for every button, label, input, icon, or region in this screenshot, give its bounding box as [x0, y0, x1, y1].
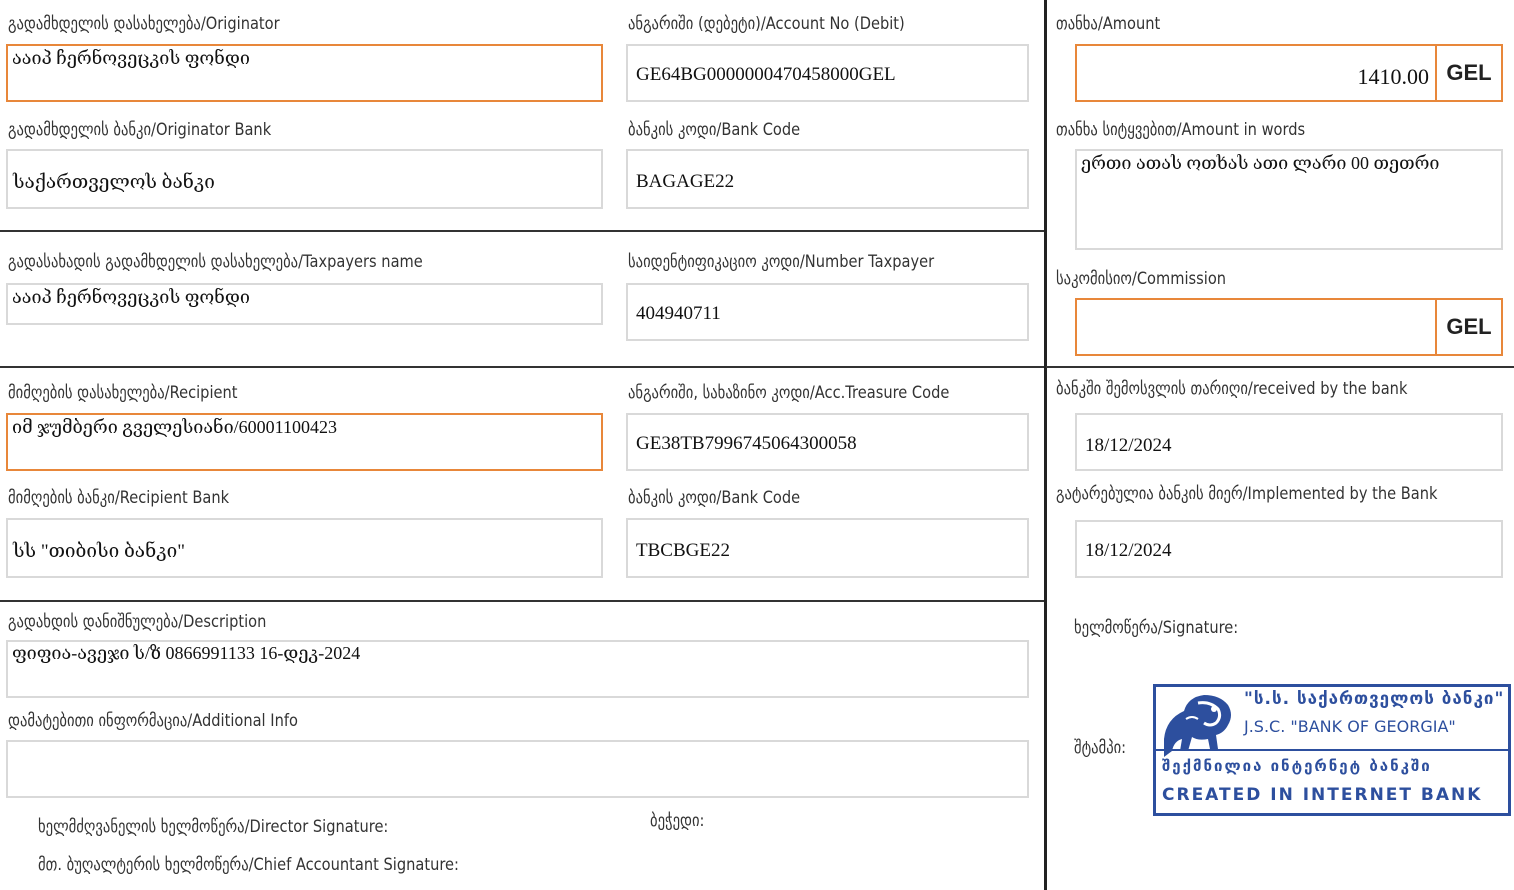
recipient-value: იმ ჯუმბერი გველესიანი/60001100423: [12, 417, 338, 437]
accountant-signature-label: მთ. ბუღალტერის ხელმოწერა/Chief Accountan…: [38, 855, 459, 875]
amount-label: თანხა/Amount: [1056, 14, 1161, 34]
recipient-bank-code-value: TBCBGE22: [636, 540, 730, 561]
additional-info-label: დამატებითი ინფორმაცია/Additional Info: [8, 711, 298, 731]
originator-bank-value: საქართველოს ბანკი: [13, 172, 215, 193]
treasury-code-field[interactable]: GE38TB7996745064300058: [626, 413, 1029, 471]
recipient-label: მიმღების დასახელება/Recipient: [8, 383, 238, 403]
description-field[interactable]: ფიფია-ავეჯი ს/ზ 0866991133 16-დეკ-2024: [6, 640, 1029, 698]
amount-words-field[interactable]: ერთი ათას ოთხას ათი ლარი 00 თეთრი: [1075, 149, 1503, 250]
taxpayer-number-value: 404940711: [636, 303, 721, 324]
originator-value: ააიპ ჩერნოვეცკის ფონდი: [12, 48, 250, 68]
recipient-bank-code-field[interactable]: TBCBGE22: [626, 518, 1029, 578]
received-date-value: 18/12/2024: [1085, 435, 1172, 456]
column-divider: [1044, 0, 1047, 890]
commission-label: საკომისიო/Commission: [1056, 269, 1227, 289]
originator-bank-code-value: BAGAGE22: [636, 171, 735, 192]
taxpayer-number-field[interactable]: 404940711: [626, 283, 1029, 341]
stamp-divider: [1156, 749, 1508, 751]
recipient-bank-field[interactable]: სს "თიბისი ბანკი": [6, 518, 603, 578]
stamp-line-english-created: CREATED IN INTERNET BANK: [1162, 785, 1483, 805]
commission-currency: GEL: [1435, 300, 1501, 354]
bank-stamp: "ს.ს. საქართველოს ბანკი" J.S.C. "BANK OF…: [1153, 684, 1511, 816]
section-divider: [0, 600, 1046, 602]
taxpayer-name-field[interactable]: ააიპ ჩერნოვეცკის ფონდი: [6, 283, 603, 325]
signature-label: ხელმოწერა/Signature:: [1074, 618, 1239, 638]
additional-info-field[interactable]: [6, 740, 1029, 798]
amount-value: 1410.00: [1357, 64, 1430, 89]
originator-bank-label: გადამხდელის ბანკი/Originator Bank: [8, 120, 272, 140]
treasury-code-label: ანგარიში, სახაზინო კოდი/Acc.Treasure Cod…: [628, 383, 950, 403]
originator-bank-field[interactable]: საქართველოს ბანკი: [6, 149, 603, 209]
recipient-bank-value: სს "თიბისი ბანკი": [13, 541, 185, 562]
recipient-bank-code-label: ბანკის კოდი/Bank Code: [628, 488, 801, 508]
originator-bank-code-field[interactable]: BAGAGE22: [626, 149, 1029, 209]
section-divider: [1046, 366, 1514, 368]
stamp-line-georgian-name: "ს.ს. საქართველოს ბანკი": [1244, 689, 1505, 709]
description-value: ფიფია-ავეჯი ს/ზ 0866991133 16-დეკ-2024: [12, 643, 361, 663]
amount-field[interactable]: 1410.00 GEL: [1075, 44, 1503, 102]
account-debit-label: ანგარიში (დებეტი)/Account No (Debit): [628, 14, 905, 34]
account-debit-field[interactable]: GE64BG0000000470458000GEL: [626, 44, 1029, 102]
taxpayer-name-label: გადასახადის გადამხდელის დასახელება/Taxpa…: [8, 252, 423, 272]
recipient-bank-label: მიმღების ბანკი/Recipient Bank: [8, 488, 230, 508]
account-debit-value: GE64BG0000000470458000GEL: [636, 64, 896, 85]
section-divider: [0, 366, 1046, 368]
stamp-line-english-name: J.S.C. "BANK OF GEORGIA": [1244, 717, 1456, 736]
lion-logo-icon: [1164, 695, 1231, 757]
originator-label: გადამხდელის დასახელება/Originator: [8, 14, 280, 34]
taxpayer-name-value: ააიპ ჩერნოვეცკის ფონდი: [12, 287, 250, 307]
recipient-field[interactable]: იმ ჯუმბერი გველესიანი/60001100423: [6, 413, 603, 471]
amount-words-value: ერთი ათას ოთხას ათი ლარი 00 თეთრი: [1081, 153, 1440, 173]
originator-field[interactable]: ააიპ ჩერნოვეცკის ფონდი: [6, 44, 603, 102]
section-divider: [0, 230, 1046, 232]
seal-label: ბეჭედი:: [650, 811, 705, 831]
originator-bank-code-label: ბანკის კოდი/Bank Code: [628, 120, 801, 140]
commission-field[interactable]: GEL: [1075, 298, 1503, 356]
stamp-label: შტამპი:: [1074, 738, 1127, 758]
implemented-date-value: 18/12/2024: [1085, 540, 1172, 561]
director-signature-label: ხელმძღვანელის ხელმოწერა/Director Signatu…: [38, 817, 389, 837]
taxpayer-number-label: საიდენტიფიკაციო კოდი/Number Taxpayer: [628, 252, 935, 272]
implemented-date-field[interactable]: 18/12/2024: [1075, 520, 1503, 578]
received-date-field[interactable]: 18/12/2024: [1075, 413, 1503, 471]
received-date-label: ბანკში შემოსვლის თარიღი/received by the …: [1056, 379, 1408, 399]
implemented-date-label: გატარებულია ბანკის მიერ/Implemented by t…: [1056, 484, 1438, 504]
stamp-line-georgian-created: შექმნილია ინტერნეტ ბანკში: [1162, 757, 1432, 775]
amount-currency: GEL: [1435, 46, 1501, 100]
description-label: გადახდის დანიშნულება/Description: [8, 612, 267, 632]
amount-words-label: თანხა სიტყვებით/Amount in words: [1056, 120, 1306, 140]
treasury-code-value: GE38TB7996745064300058: [636, 433, 857, 454]
